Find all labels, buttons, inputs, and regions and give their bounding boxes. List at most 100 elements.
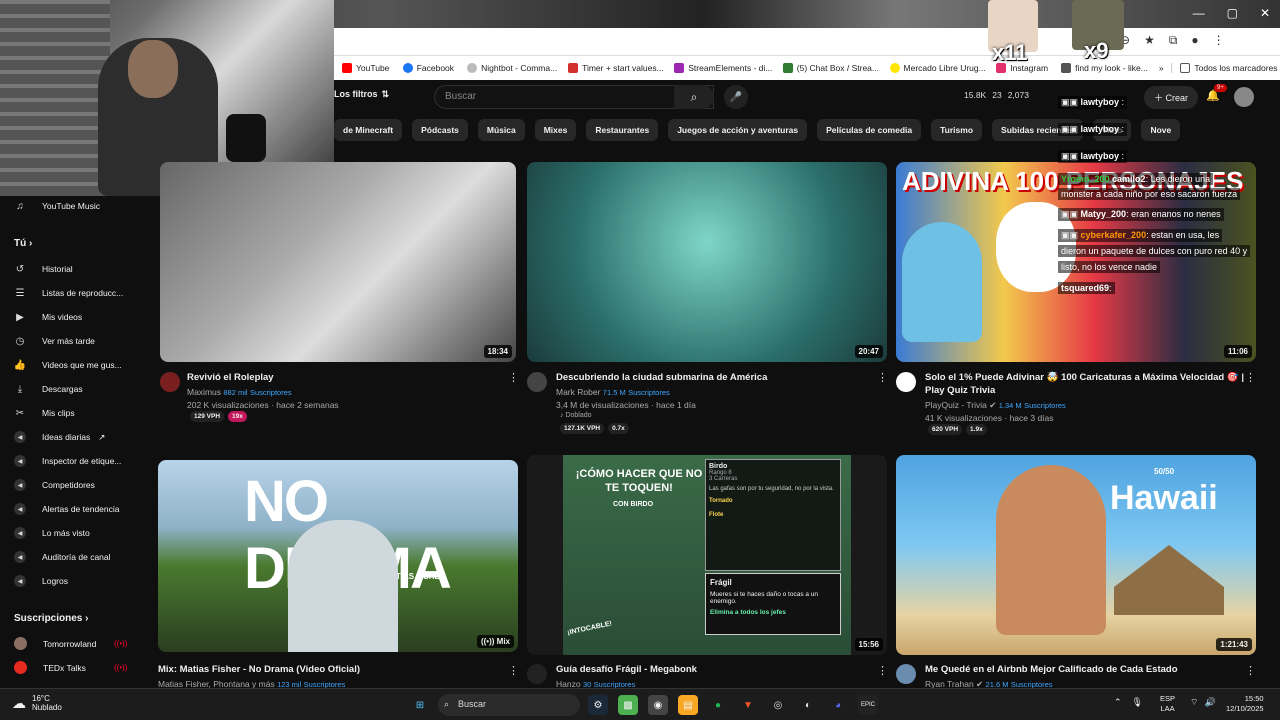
sidebar-item-liked[interactable]: 👍 Videos que me gus... (14, 359, 122, 371)
channel-name[interactable]: Maximus 882 mil Suscriptores (187, 387, 292, 397)
search-button[interactable]: ⌕ (674, 85, 714, 109)
chevron-up-icon[interactable]: ⌃ (1114, 697, 1122, 708)
video-thumbnail[interactable]: 20:47 (527, 162, 887, 362)
wifi-icon[interactable]: ⌔ (1190, 697, 1198, 708)
language-indicator[interactable]: ESP LAA (1160, 694, 1175, 714)
chip[interactable]: de Minecraft (334, 119, 403, 141)
verified-icon: ✔ (989, 400, 997, 410)
video-title[interactable]: Solo el 1% Puede Adivinar 🤯 100 Caricatu… (925, 372, 1244, 383)
extensions-icon[interactable]: ⧉ (1169, 33, 1178, 48)
channel-avatar[interactable] (527, 372, 547, 392)
search-icon: ⌕ (690, 89, 698, 104)
obs-icon[interactable]: ◎ (768, 695, 788, 715)
more-options-icon[interactable]: ⋮ (1245, 371, 1256, 384)
sidebar-ext-daily-ideas[interactable]: ◀ Ideas diarias ↗ (14, 431, 105, 443)
sidebar-ext-achievements[interactable]: ◀ Logros (14, 575, 68, 587)
bookmark-star-icon[interactable]: ★ (1144, 33, 1155, 48)
video-title[interactable]: Me Quedé en el Airbnb Mejor Calificado d… (925, 664, 1178, 675)
video-title[interactable]: Descubriendo la ciudad submarina de Amér… (556, 372, 767, 383)
bookmark-mercadolibre[interactable]: Mercado Libre Urug... (882, 63, 989, 73)
weather-widget[interactable]: ☁ 16°C Nublado (12, 694, 62, 712)
bookmark-nightbot[interactable]: Nightbot - Comma... (459, 63, 560, 73)
video-thumbnail[interactable]: ¡CÓMO HACER QUE NO TE TOQUEN! CON BIRDO … (527, 455, 887, 655)
channel-avatar[interactable] (527, 664, 547, 684)
profile-icon[interactable]: ● (1191, 33, 1198, 48)
more-options-icon[interactable]: ⋮ (877, 664, 888, 677)
sidebar-you-heading[interactable]: Tú › (14, 238, 32, 249)
sidebar-ext-trend-alerts[interactable]: ◀ Alertas de tendencia (14, 503, 120, 515)
chip[interactable]: Películas de comedia (817, 119, 922, 141)
chip[interactable]: Pódcasts (412, 119, 468, 141)
sidebar-item-clips[interactable]: ✂ Mis clips (14, 407, 75, 419)
more-options-icon[interactable]: ⋮ (508, 664, 519, 677)
bookmark-youtube[interactable]: YouTube (334, 63, 395, 73)
app-icon[interactable]: ◐ (798, 695, 818, 715)
sidebar-sub-tedx[interactable]: TEDx Talks (14, 661, 86, 674)
bookmarks-more[interactable]: » (1151, 63, 1171, 73)
filters-button[interactable]: Los filtros ⇅ (334, 89, 389, 100)
video-title[interactable]: Mix: Matias Fisher - No Drama (Video Ofi… (158, 664, 360, 675)
sidebar-item-my-videos[interactable]: ▶ Mis videos (14, 311, 82, 323)
subscriber-count: 882 mil (223, 388, 248, 397)
clock[interactable]: 15:50 12/10/2025 (1226, 694, 1264, 714)
minecraft-icon[interactable]: ▩ (618, 695, 638, 715)
channel-avatar[interactable] (896, 664, 916, 684)
bookmark-chatbox[interactable]: (5) Chat Box / Strea... (775, 63, 882, 73)
maximize-button[interactable]: ▢ (1227, 6, 1238, 20)
discord-icon[interactable]: ◕ (828, 695, 848, 715)
video-title-line2[interactable]: Play Quiz Trivia (925, 385, 995, 396)
video-thumbnail[interactable]: 18:34 (160, 162, 516, 362)
mic-tray-icon[interactable]: 🎙 (1132, 697, 1143, 708)
sidebar-item-playlists[interactable]: ☰ Listas de reproducc... (14, 287, 124, 299)
spotify-icon[interactable]: ● (708, 695, 728, 715)
playlist-icon: ☰ (15, 287, 25, 299)
chip[interactable]: Música (477, 119, 525, 141)
brave-icon[interactable]: ▼ (738, 695, 758, 715)
chip[interactable]: Mixes (534, 119, 577, 141)
channel-name[interactable]: PlayQuiz - Trivia ✔ 1.34 M Suscriptores (925, 400, 1066, 411)
bookmark-findmylook[interactable]: find my look - like... (1053, 63, 1151, 73)
sidebar-subscriptions-heading[interactable]: Suscripciones › (14, 613, 88, 624)
cartoon-character (902, 222, 982, 342)
more-options-icon[interactable]: ⋮ (1245, 664, 1256, 677)
steam-icon[interactable]: ⚙ (588, 695, 608, 715)
chip[interactable]: Turismo (931, 119, 983, 141)
video-title[interactable]: Guía desafío Frágil - Megabonk (556, 664, 697, 675)
chip[interactable]: Juegos de acción y aventuras (668, 119, 808, 141)
sidebar-ext-most-viewed[interactable]: ◀ Lo más visto (14, 527, 90, 539)
sidebar-item-watch-later[interactable]: ◷ Ver más tarde (14, 335, 95, 347)
sidebar-ext-tag-inspector[interactable]: ◀ Inspector de etique... (14, 455, 121, 467)
menu-icon[interactable]: ⋮ (1213, 33, 1225, 48)
bookmark-streamelements[interactable]: StreamElements - di... (666, 63, 775, 73)
more-options-icon[interactable]: ⋮ (877, 371, 888, 384)
epic-games-icon[interactable]: EPIC (858, 695, 878, 715)
sidebar-ext-channel-audit[interactable]: ◀ Auditoría de canal (14, 551, 111, 563)
search-input[interactable]: Buscar (434, 85, 714, 109)
video-thumbnail[interactable]: NO DRAMA MATIAS FISHER ((•)) Mix (158, 460, 518, 652)
close-button[interactable]: ✕ (1260, 6, 1270, 20)
chip[interactable]: Restaurantes (586, 119, 659, 141)
sidebar-item-downloads[interactable]: ⤓ Descargas (14, 383, 83, 395)
thumbnail-text: Hawaii (1110, 479, 1218, 517)
minimize-button[interactable]: — (1193, 6, 1205, 20)
channel-avatar[interactable] (160, 372, 180, 392)
all-bookmarks[interactable]: Todos los marcadores (1171, 63, 1280, 73)
bookmark-timer[interactable]: Timer + start values... (560, 63, 666, 73)
channel-name[interactable]: Mark Rober 71.5 M Suscriptores (556, 387, 670, 397)
channel-avatar[interactable] (896, 372, 916, 392)
bookmark-facebook[interactable]: Facebook (395, 63, 459, 73)
video-title[interactable]: Revivió el Roleplay (187, 372, 274, 383)
video-thumbnail[interactable]: 50/50 Hawaii 1:21:43 (896, 455, 1256, 655)
file-explorer-icon[interactable]: ▤ (678, 695, 698, 715)
sidebar-ext-competitors[interactable]: ◀ Competidores (14, 479, 95, 491)
voice-search-button[interactable]: 🎤 (724, 85, 748, 109)
video-duration: 20:47 (854, 345, 883, 358)
sidebar-sub-tomorrowland[interactable]: Tomorrowland (14, 637, 96, 650)
taskbar-search[interactable]: ⌕ Buscar (438, 694, 580, 716)
sidebar-item-history[interactable]: ↺ Historial (14, 263, 73, 275)
volume-icon[interactable]: 🔊 (1204, 697, 1215, 708)
more-options-icon[interactable]: ⋮ (508, 371, 519, 384)
windows-start-icon[interactable]: ⊞ (410, 695, 430, 715)
sidebar-item-music[interactable]: ♫ YouTube Music (14, 200, 100, 212)
chrome-icon[interactable]: ◉ (648, 695, 668, 715)
